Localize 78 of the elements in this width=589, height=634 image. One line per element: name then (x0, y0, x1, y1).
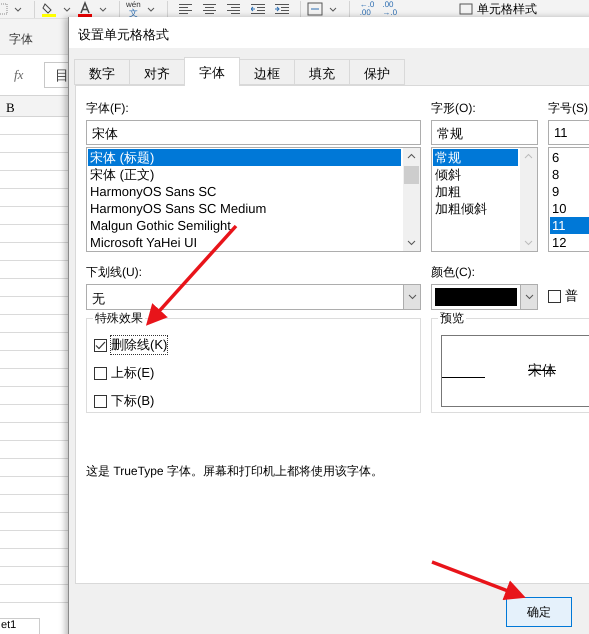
insert-function-button[interactable]: fx (14, 67, 34, 83)
group-label: 字体 (9, 32, 33, 46)
font-field[interactable]: 宋体 (86, 120, 421, 145)
checkbox[interactable] (548, 290, 561, 302)
list-option[interactable]: HarmonyOS Sans SC (88, 183, 401, 200)
group-title: 特殊效果 (93, 310, 145, 327)
column-header[interactable]: B (0, 95, 70, 117)
ok-button[interactable]: 确定 (506, 597, 572, 627)
list-option[interactable]: Malgun Gothic Semilight (88, 217, 401, 234)
align-icon[interactable] (226, 3, 241, 15)
tab[interactable]: 数字 (74, 59, 130, 85)
list-option[interactable]: HarmonyOS Sans SC Medium (88, 200, 401, 217)
list-box[interactable]: 宋体 (标题) 宋体 (正文) HarmonyOS Sans SC HarmonyOS Sans SC Medium Malgun Gothic Semilight Microsoft YaHei UI (86, 147, 421, 252)
dialog-title: 设置单元格格式 (78, 27, 169, 42)
tab[interactable]: 保护 (349, 59, 405, 85)
scroll-thumb[interactable] (404, 166, 419, 184)
checkbox-label: 下标(B) (111, 392, 154, 410)
align-icon[interactable] (178, 3, 193, 15)
list-option[interactable]: 常规 (433, 149, 518, 166)
underline-select[interactable]: 无 (86, 284, 421, 310)
tab[interactable]: 字体 (184, 57, 240, 86)
field-label: 字号(S): (548, 100, 589, 117)
field-label: 字形(O): (431, 100, 477, 117)
list-option[interactable]: Microsoft YaHei UI (88, 234, 401, 251)
list-option[interactable]: 9 (550, 183, 589, 200)
list-option[interactable]: 宋体 (标题) (88, 149, 401, 166)
indent-icon[interactable] (250, 3, 265, 15)
list-option[interactable]: 6 (550, 149, 589, 166)
fill-bucket-icon[interactable] (41, 1, 57, 17)
cell-styles-button[interactable]: 单元格样式 (459, 0, 538, 18)
list-option[interactable]: 倾斜 (433, 166, 518, 183)
check-icon (95, 340, 106, 350)
scrollbar[interactable] (403, 148, 420, 251)
group-title: 预览 (438, 310, 466, 327)
list-option[interactable]: 加粗 (433, 183, 518, 200)
align-icon[interactable] (202, 3, 217, 15)
merge-cells-icon[interactable] (306, 2, 323, 16)
caret-icon[interactable] (146, 6, 155, 12)
tab[interactable]: 填充 (294, 59, 350, 85)
checkbox-label: 上标(E) (111, 364, 154, 382)
field-label: 颜色(C): (431, 264, 476, 281)
list-option[interactable]: 加粗倾斜 (433, 200, 518, 217)
list-option[interactable]: 10 (550, 200, 589, 217)
scroll-up-icon[interactable] (407, 153, 416, 159)
list-option[interactable]: 宋体 (正文) (88, 166, 401, 183)
font-color-icon[interactable] (77, 1, 93, 17)
list-box[interactable]: 常规 倾斜 加粗 加粗倾斜 (431, 147, 538, 252)
checkbox-label: 普 (565, 287, 578, 305)
caret-icon[interactable] (63, 6, 71, 12)
preview-sample: 宋体 (528, 362, 556, 380)
caret-icon[interactable] (99, 6, 107, 12)
tab[interactable]: 对齐 (129, 59, 185, 85)
checkbox-label: 删除线(K) (111, 336, 168, 354)
style-field[interactable]: 常规 (431, 120, 538, 145)
caret-icon[interactable] (328, 6, 337, 12)
tab[interactable]: 边框 (239, 59, 295, 85)
chevron-down-icon (524, 294, 534, 300)
checkbox[interactable] (94, 366, 107, 380)
list-option[interactable]: 12 (550, 234, 589, 251)
field-label: 下划线(U): (86, 264, 143, 281)
list-option[interactable]: 8 (550, 166, 589, 183)
decimal-icon[interactable]: .00 →.0 (382, 1, 398, 17)
decimal-icon[interactable]: ←.0 .00 (360, 1, 374, 17)
list-option[interactable]: 11 (550, 217, 589, 234)
checkbox[interactable] (94, 394, 107, 408)
checkbox[interactable] (94, 338, 107, 352)
indent-icon[interactable] (274, 3, 289, 15)
cell-styles-icon (459, 3, 474, 15)
info-text: 这是 TrueType 字体。屏幕和打印机上都将使用该字体。 (86, 463, 384, 480)
list-box[interactable]: 6 8 9 10 11 12 (548, 147, 589, 252)
scroll-down-icon[interactable] (407, 240, 416, 246)
field-label: 字体(F): (86, 100, 130, 117)
size-field[interactable]: 11 (548, 120, 589, 145)
phonetic-guide-icon[interactable]: wén 文 (126, 1, 141, 17)
chevron-down-icon (408, 294, 416, 300)
caret-icon[interactable] (14, 6, 22, 12)
color-select[interactable] (431, 284, 538, 310)
sheet-tab[interactable]: et1 (0, 618, 40, 634)
